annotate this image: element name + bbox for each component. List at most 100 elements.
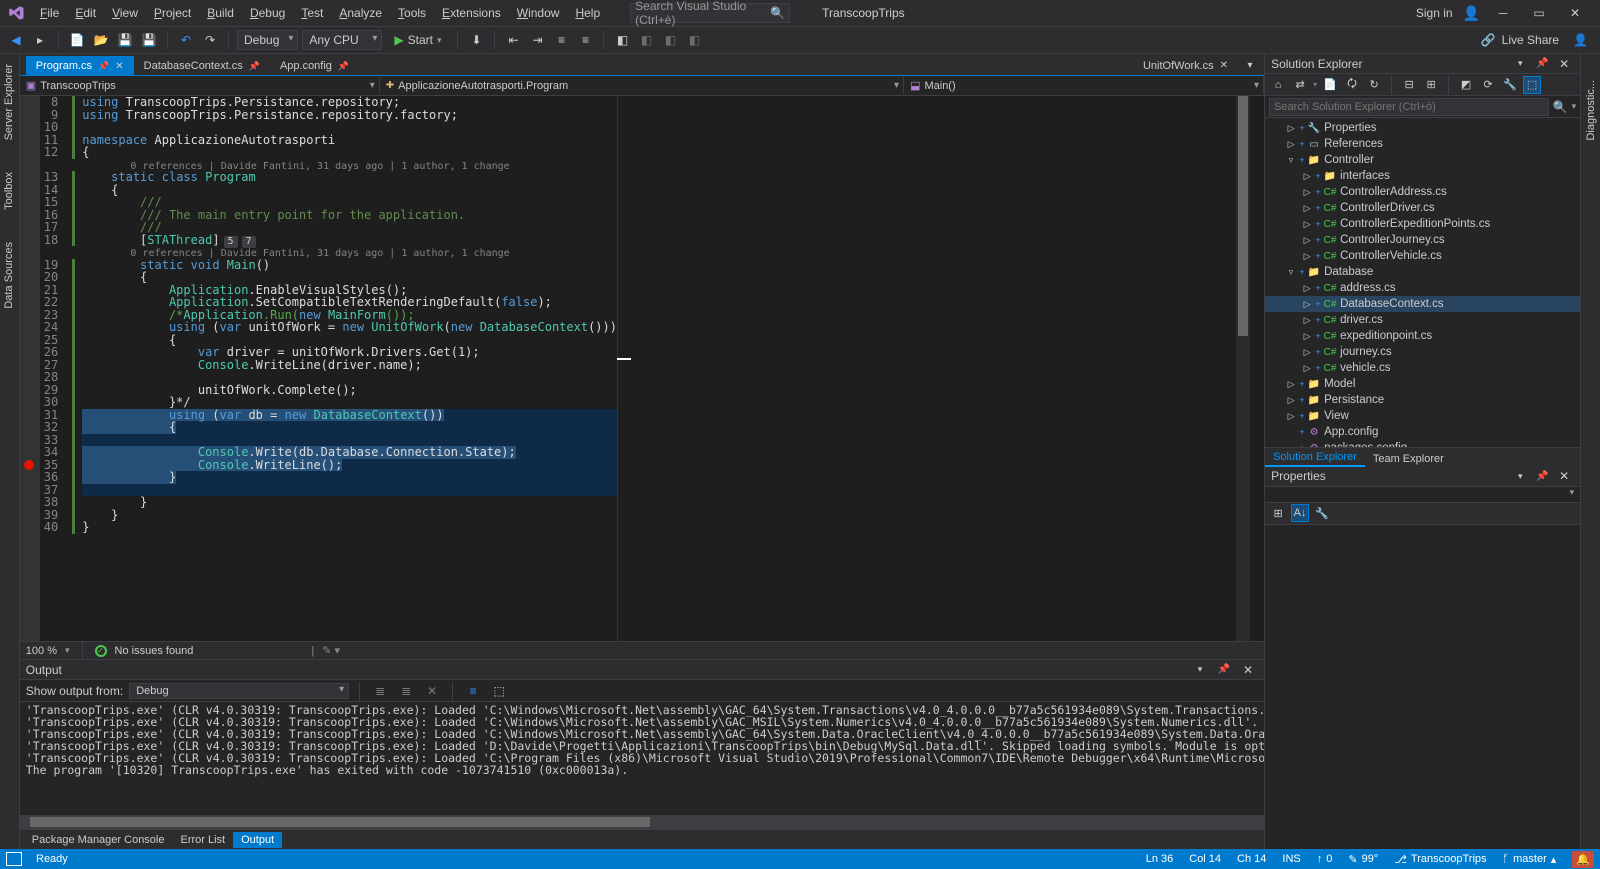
status-repo[interactable]: ⎇ TranscoopTrips bbox=[1394, 853, 1486, 866]
pin-icon[interactable]: 📌 bbox=[249, 61, 260, 72]
expander-icon[interactable]: ▷ bbox=[1301, 299, 1313, 310]
indent-out-button[interactable]: ⇤ bbox=[503, 30, 523, 50]
menu-help[interactable]: Help bbox=[567, 2, 608, 24]
tab-unitofwork-cs[interactable]: UnitOfWork.cs✕ bbox=[1133, 56, 1238, 75]
expander-icon[interactable]: ▷ bbox=[1301, 251, 1313, 262]
bottom-tab-package-manager-console[interactable]: Package Manager Console bbox=[24, 832, 173, 848]
solution-explorer-tree[interactable]: ▷+🔧Properties▷+▭References▿+📁Controller▷… bbox=[1265, 118, 1580, 447]
tab-databasecontext-cs[interactable]: DatabaseContext.cs📌 bbox=[134, 56, 270, 75]
bookmark4-button[interactable]: ◧ bbox=[684, 30, 704, 50]
output-dropdown-button[interactable]: ▾ bbox=[1190, 660, 1210, 680]
expander-icon[interactable]: ▿ bbox=[1285, 267, 1297, 278]
prop-close-button[interactable]: ✕ bbox=[1554, 466, 1574, 486]
tab-app-config[interactable]: App.config📌 bbox=[270, 56, 359, 75]
output-clear-button[interactable]: ✕ bbox=[422, 681, 442, 701]
se-close-button[interactable]: ✕ bbox=[1554, 54, 1574, 74]
se-track-button[interactable]: ⬚ bbox=[1523, 76, 1541, 94]
save-all-button[interactable]: 💾 bbox=[139, 30, 159, 50]
menu-project[interactable]: Project bbox=[146, 2, 199, 24]
indent-in-button[interactable]: ⇥ bbox=[527, 30, 547, 50]
se-switch-button[interactable]: ⇄ bbox=[1291, 76, 1309, 94]
pin-icon[interactable]: 📌 bbox=[338, 61, 349, 72]
output-source-combo[interactable]: Debug bbox=[129, 683, 349, 699]
output-close-button[interactable]: ✕ bbox=[1238, 660, 1258, 680]
solution-platform-combo[interactable]: Any CPU bbox=[302, 30, 382, 50]
menu-build[interactable]: Build bbox=[199, 2, 242, 24]
bottom-tab-error-list[interactable]: Error List bbox=[173, 832, 234, 848]
editor-vertical-scrollbar[interactable] bbox=[1236, 96, 1250, 641]
se-pin-button[interactable]: 📌 bbox=[1532, 54, 1552, 74]
se-collapse-button[interactable]: ⊟ bbox=[1400, 76, 1418, 94]
explorer-tab-team-explorer[interactable]: Team Explorer bbox=[1365, 451, 1452, 467]
output-wrap-button[interactable]: ≡ bbox=[463, 681, 483, 701]
tree-item-journey-cs[interactable]: ▷+C#journey.cs bbox=[1265, 344, 1580, 360]
rail-diagnostics[interactable]: Diagnostic... bbox=[1583, 74, 1599, 147]
bottom-tab-output[interactable]: Output bbox=[233, 832, 282, 848]
bookmark3-button[interactable]: ◧ bbox=[660, 30, 680, 50]
se-scope-button[interactable]: ◩ bbox=[1457, 76, 1475, 94]
user-icon[interactable]: 👤 bbox=[1463, 5, 1480, 22]
sign-in-link[interactable]: Sign in bbox=[1416, 6, 1453, 20]
live-share-button[interactable]: Live Share bbox=[1502, 33, 1559, 47]
properties-grid[interactable] bbox=[1265, 525, 1580, 850]
nav-class-combo[interactable]: 🞦ApplicazioneAutotrasporti.Program bbox=[380, 77, 904, 94]
overview-ruler[interactable] bbox=[617, 96, 631, 641]
undo-button[interactable]: ↶ bbox=[176, 30, 196, 50]
tree-item-controllervehicle-cs[interactable]: ▷+C#ControllerVehicle.cs bbox=[1265, 248, 1580, 264]
status-publish[interactable]: ↑ 0 bbox=[1317, 853, 1333, 865]
explorer-tab-solution-explorer[interactable]: Solution Explorer bbox=[1265, 449, 1365, 467]
tree-item-persistance[interactable]: ▷+📁Persistance bbox=[1265, 392, 1580, 408]
open-file-button[interactable]: 📂 bbox=[91, 30, 111, 50]
menu-edit[interactable]: Edit bbox=[67, 2, 104, 24]
tree-item-controlleraddress-cs[interactable]: ▷+C#ControllerAddress.cs bbox=[1265, 184, 1580, 200]
expander-icon[interactable]: ▷ bbox=[1285, 395, 1297, 406]
menu-window[interactable]: Window bbox=[509, 2, 568, 24]
tree-item-vehicle-cs[interactable]: ▷+C#vehicle.cs bbox=[1265, 360, 1580, 376]
tree-item-properties[interactable]: ▷+🔧Properties bbox=[1265, 120, 1580, 136]
bookmark-button[interactable]: ◧ bbox=[612, 30, 632, 50]
close-icon[interactable]: ✕ bbox=[1220, 60, 1228, 71]
expander-icon[interactable]: ▷ bbox=[1301, 315, 1313, 326]
tree-item-expeditionpoint-cs[interactable]: ▷+C#expeditionpoint.cs bbox=[1265, 328, 1580, 344]
tree-item-database[interactable]: ▿+📁Database bbox=[1265, 264, 1580, 280]
tree-item-databasecontext-cs[interactable]: ▷+C#DatabaseContext.cs bbox=[1265, 296, 1580, 312]
tree-item-controller[interactable]: ▿+📁Controller bbox=[1265, 152, 1580, 168]
tree-item-interfaces[interactable]: ▷+📁interfaces bbox=[1265, 168, 1580, 184]
window-close-button[interactable]: ✕ bbox=[1562, 3, 1588, 23]
se-pending-button[interactable]: 📄 bbox=[1321, 76, 1339, 94]
se-dropdown-button[interactable]: ▾ bbox=[1510, 54, 1530, 74]
window-restore-button[interactable]: ▭ bbox=[1526, 3, 1552, 23]
step-button[interactable]: ⬇ bbox=[466, 30, 486, 50]
expander-icon[interactable]: ▷ bbox=[1301, 363, 1313, 374]
se-preview-button[interactable]: ⟳ bbox=[1479, 76, 1497, 94]
tree-item-controllerexpeditionpoints-cs[interactable]: ▷+C#ControllerExpeditionPoints.cs bbox=[1265, 216, 1580, 232]
prop-cat-button[interactable]: ⊞ bbox=[1269, 504, 1287, 522]
se-home-button[interactable]: ⌂ bbox=[1269, 76, 1287, 94]
tree-item-driver-cs[interactable]: ▷+C#driver.cs bbox=[1265, 312, 1580, 328]
solution-config-combo[interactable]: Debug bbox=[237, 30, 298, 50]
rail-data-sources[interactable]: Data Sources bbox=[1, 236, 17, 315]
uncomment-button[interactable]: ≡ bbox=[575, 30, 595, 50]
expander-icon[interactable]: ▷ bbox=[1301, 235, 1313, 246]
output-tool-button[interactable]: ⬚ bbox=[489, 681, 509, 701]
expander-icon[interactable]: ▷ bbox=[1301, 171, 1313, 182]
menu-file[interactable]: File bbox=[32, 2, 67, 24]
expander-icon[interactable]: ▷ bbox=[1285, 123, 1297, 134]
tree-item-view[interactable]: ▷+📁View bbox=[1265, 408, 1580, 424]
se-refresh-button[interactable]: ↻ bbox=[1365, 76, 1383, 94]
tree-item-controllerdriver-cs[interactable]: ▷+C#ControllerDriver.cs bbox=[1265, 200, 1580, 216]
nav-project-combo[interactable]: ▣TranscoopTrips bbox=[20, 77, 380, 94]
redo-button[interactable]: ↷ bbox=[200, 30, 220, 50]
se-showall-button[interactable]: ⊞ bbox=[1422, 76, 1440, 94]
nav-back-button[interactable]: ◀ bbox=[6, 30, 26, 50]
prop-pages-button[interactable]: 🔧 bbox=[1313, 504, 1331, 522]
output-find-button[interactable]: ≣ bbox=[370, 681, 390, 701]
prop-dropdown-button[interactable]: ▾ bbox=[1510, 466, 1530, 486]
tree-item-app-config[interactable]: +⚙App.config bbox=[1265, 424, 1580, 440]
nav-member-combo[interactable]: ⬓Main() bbox=[904, 77, 1264, 94]
output-horizontal-scrollbar[interactable] bbox=[20, 815, 1264, 829]
start-debug-button[interactable]: ▶Start▾ bbox=[386, 31, 449, 49]
feedback-icon[interactable]: 👤 bbox=[1573, 33, 1588, 47]
expander-icon[interactable]: ▷ bbox=[1285, 139, 1297, 150]
expander-icon[interactable]: ▷ bbox=[1285, 379, 1297, 390]
